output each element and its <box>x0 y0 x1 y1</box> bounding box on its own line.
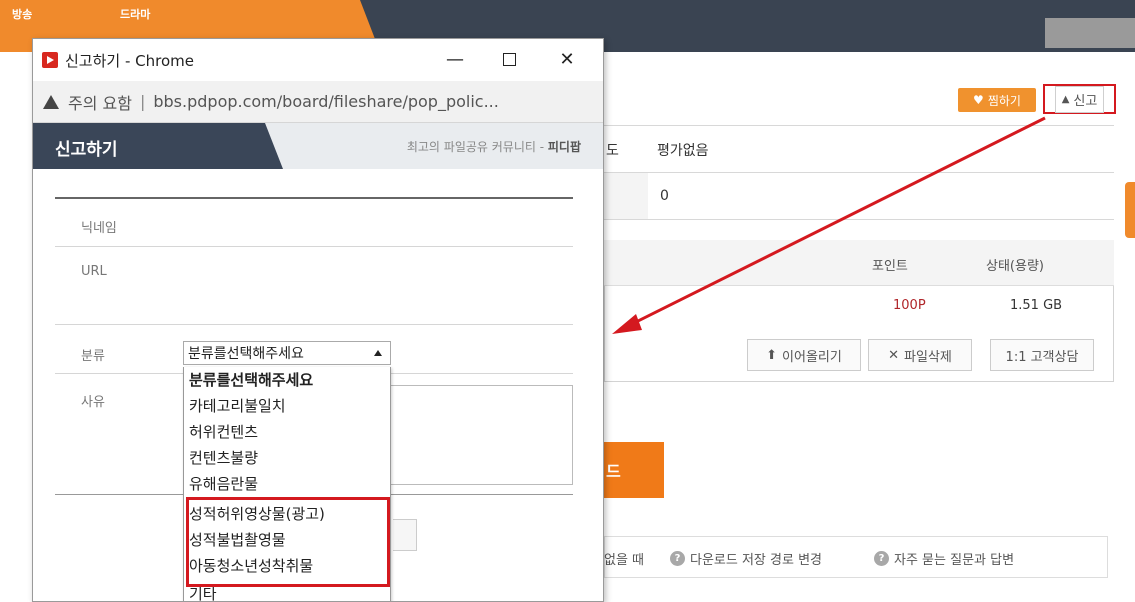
security-warning-label: 주의 요함 <box>68 93 132 113</box>
dropdown-option[interactable]: 카테고리불일치 <box>189 395 286 416</box>
category-label: 분류 <box>81 349 105 364</box>
top-tab-drama[interactable]: 드라마 <box>120 6 150 22</box>
chevron-up-icon <box>374 350 382 356</box>
bookmark-button[interactable]: ♥ 찜하기 <box>958 88 1036 112</box>
point-value: 100P <box>893 298 926 313</box>
popup-tagline: 최고의 파일공유 커뮤니티 - 피디팝 <box>407 138 581 155</box>
window-titlebar[interactable]: 신고하기 - Chrome — ✕ <box>33 39 603 81</box>
popup-title: 신고하기 <box>55 140 118 160</box>
url-label: URL <box>81 264 107 279</box>
report-popup-window: 신고하기 - Chrome — ✕ 주의 요함 | bbs.pdpop.com/… <box>32 38 604 602</box>
resume-upload-button[interactable]: ⬆ 이어올리기 <box>747 339 861 371</box>
top-search-area[interactable] <box>1045 18 1135 48</box>
window-title: 신고하기 - Chrome <box>65 51 194 70</box>
bell-icon: ▲ <box>1061 93 1070 105</box>
warning-icon <box>43 94 59 109</box>
divider <box>55 246 573 247</box>
label-cell <box>604 173 648 219</box>
upload-icon: ⬆ <box>766 347 778 363</box>
resume-upload-label: 이어올리기 <box>782 349 842 365</box>
divider <box>604 125 1114 126</box>
report-label: 신고 <box>1073 93 1098 109</box>
count-value: 0 <box>660 188 669 204</box>
col-status-header: 상태(용량) <box>986 259 1044 274</box>
reason-label: 사유 <box>81 395 105 410</box>
help-faq-label: 자주 묻는 질문과 답변 <box>894 553 1015 568</box>
support-label: 1:1 고객상담 <box>1005 349 1079 365</box>
dropdown-option[interactable]: 허위컨텐츠 <box>189 421 258 442</box>
dropdown-option[interactable]: 유해음란물 <box>189 473 258 494</box>
submit-button-edge[interactable] <box>393 519 417 551</box>
bookmark-label: 찜하기 <box>987 93 1021 108</box>
tagline-text: 최고의 파일공유 커뮤니티 - <box>406 140 548 154</box>
divider <box>55 324 573 325</box>
dropdown-option[interactable]: 분류를선택해주세요 <box>189 369 313 390</box>
close-icon: ✕ <box>888 347 900 363</box>
support-button[interactable]: 1:1 고객상담 <box>990 339 1094 371</box>
size-value: 1.51 GB <box>1010 298 1063 313</box>
divider <box>55 494 183 495</box>
minimize-icon[interactable]: — <box>443 47 467 71</box>
rating-value: 평가없음 <box>657 143 709 159</box>
help-faq-link[interactable]: ? 자주 묻는 질문과 답변 <box>874 549 1014 568</box>
side-tab[interactable] <box>1125 182 1135 238</box>
address-url: bbs.pdpop.com/board/fileshare/pop_polic.… <box>153 92 499 111</box>
address-separator: | <box>139 92 146 111</box>
download-button[interactable]: 드 <box>604 442 664 498</box>
category-select[interactable]: 분류를선택해주세요 <box>183 341 391 365</box>
app-icon <box>42 52 58 68</box>
brand-name: 피디팝 <box>547 140 581 154</box>
dropdown-option[interactable]: 컨텐츠불량 <box>189 447 258 468</box>
divider <box>391 494 573 495</box>
delete-file-label: 파일삭제 <box>904 349 952 365</box>
help-fragment: 없을 때 <box>604 553 645 568</box>
help-change-path-link[interactable]: ? 다운로드 저장 경로 변경 <box>670 549 822 568</box>
divider <box>604 219 1114 220</box>
question-icon: ? <box>670 551 685 566</box>
col-point-header: 포인트 <box>872 259 908 274</box>
heart-icon: ♥ <box>973 93 984 107</box>
top-tab-broadcast[interactable]: 방송 <box>12 6 32 22</box>
nickname-label: 닉네임 <box>81 221 117 236</box>
form-top-border <box>55 197 573 199</box>
close-icon[interactable]: ✕ <box>555 47 579 71</box>
maximize-icon[interactable] <box>497 47 521 71</box>
category-selected-value: 분류를선택해주세요 <box>188 346 304 362</box>
report-button[interactable]: ▲ 신고 <box>1043 84 1116 114</box>
help-change-path-label: 다운로드 저장 경로 변경 <box>690 553 822 568</box>
highlight-box <box>186 497 390 587</box>
delete-file-button[interactable]: ✕ 파일삭제 <box>868 339 972 371</box>
question-icon: ? <box>874 551 889 566</box>
divider <box>604 172 1114 173</box>
address-bar[interactable]: 주의 요함 | bbs.pdpop.com/board/fileshare/po… <box>33 81 603 123</box>
rating-label: 도 <box>606 143 619 159</box>
popup-header: 신고하기 최고의 파일공유 커뮤니티 - 피디팝 <box>33 123 603 169</box>
download-label: 드 <box>606 462 621 481</box>
